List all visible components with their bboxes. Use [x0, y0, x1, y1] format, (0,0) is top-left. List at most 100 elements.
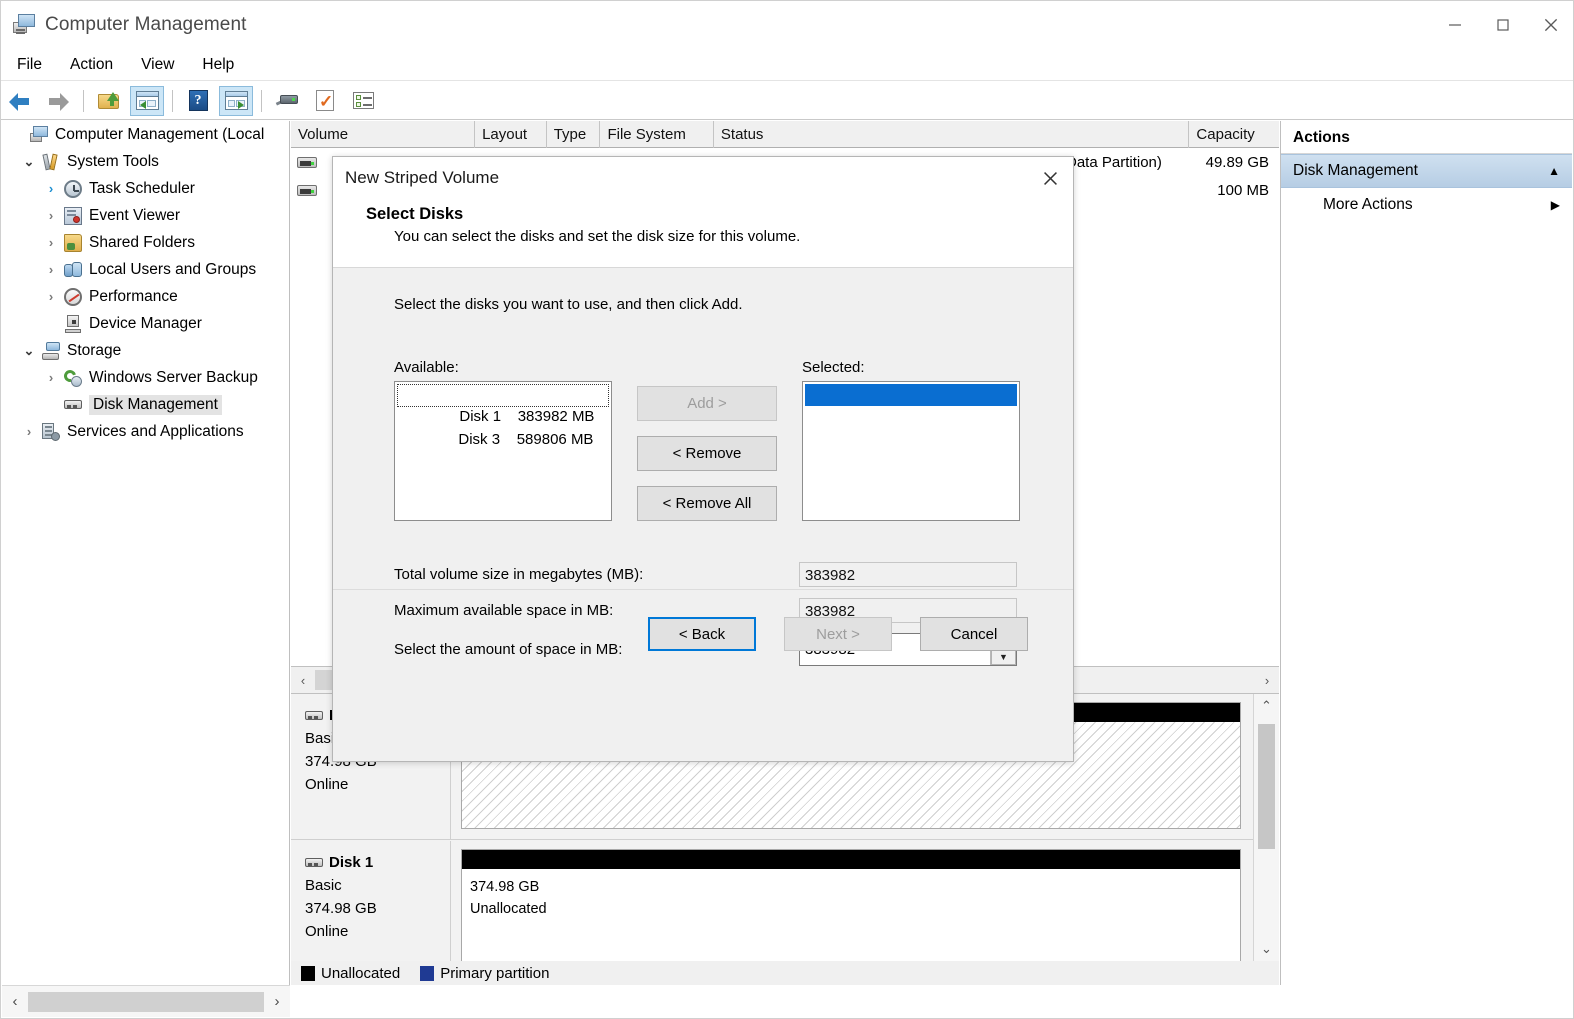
storage-icon: [40, 342, 62, 360]
graphical-view-vertical-scrollbar[interactable]: ⌃ ⌄: [1253, 694, 1279, 961]
chevron-right-icon[interactable]: ▶: [1551, 198, 1560, 212]
selected-column: Selected: Disk 0 383982 MB: [802, 359, 1020, 521]
cancel-button[interactable]: Cancel: [920, 617, 1028, 651]
partition-unallocated[interactable]: 374.98 GB Unallocated: [461, 849, 1241, 961]
available-disks-listbox[interactable]: Disk 1 383982 MB Disk 3 589806 MB: [394, 381, 612, 521]
next-button[interactable]: Next >: [784, 617, 892, 651]
menu-bar: File Action View Help: [1, 49, 1574, 81]
sidebar-item-local-users-and-groups[interactable]: › Local Users and Groups: [2, 256, 289, 283]
disk-1-title: Disk 1: [305, 851, 450, 874]
selected-disk-size: 383982 MB: [921, 408, 998, 425]
show-hide-action-pane-icon[interactable]: [219, 86, 253, 116]
gv-scroll-down-arrow[interactable]: ⌄: [1254, 937, 1279, 961]
menu-view[interactable]: View: [129, 53, 186, 77]
tree-expander-performance[interactable]: ›: [40, 289, 62, 304]
column-header-capacity[interactable]: Capacity: [1189, 121, 1279, 148]
disk-1-label: Disk 1 Basic 374.98 GB Online: [291, 841, 451, 961]
new-striped-volume-dialog: New Striped Volume Select Disks You can …: [332, 156, 1074, 762]
column-header-status[interactable]: Status: [714, 121, 1190, 148]
gv-scroll-thumb[interactable]: [1258, 724, 1275, 849]
list-view-icon[interactable]: [346, 86, 380, 116]
disk-1-type: Basic: [305, 874, 450, 897]
up-folder-icon[interactable]: [92, 86, 126, 116]
console-tree[interactable]: Computer Management (Local ⌄ System Tool…: [2, 121, 290, 985]
sidebar-item-device-manager[interactable]: Device Manager: [2, 310, 289, 337]
dialog-footer: < Back Next > Cancel: [333, 590, 1073, 678]
gv-scroll-up-arrow[interactable]: ⌃: [1254, 694, 1279, 718]
rescan-disks-icon[interactable]: [270, 86, 304, 116]
actions-group-label: Disk Management: [1293, 162, 1418, 180]
toolbar-separator: [83, 90, 84, 112]
properties-icon[interactable]: ✓: [308, 86, 342, 116]
back-arrow-icon[interactable]: [3, 86, 37, 116]
disk-1-name: Disk 1: [329, 851, 373, 874]
tree-expander-backup[interactable]: ›: [40, 370, 62, 385]
window-title: Computer Management: [45, 14, 247, 36]
available-disk-name: Disk 3: [458, 431, 500, 448]
selected-disk-name: Disk 0: [866, 408, 908, 425]
actions-item-more-actions[interactable]: More Actions ▶: [1281, 188, 1572, 222]
dialog-heading: Select Disks: [366, 205, 1073, 224]
tree-expander-event-viewer[interactable]: ›: [40, 208, 62, 223]
tree-root[interactable]: Computer Management (Local: [2, 121, 289, 148]
scroll-left-arrow[interactable]: ‹: [2, 993, 28, 1010]
tree-expander-services[interactable]: ›: [18, 424, 40, 439]
tree-expander-local-users[interactable]: ›: [40, 262, 62, 277]
partition-status-text: Unallocated: [470, 898, 1232, 920]
tree-expander-task-scheduler[interactable]: ›: [40, 181, 62, 196]
volume-drive-icon: [297, 185, 319, 196]
actions-group-disk-management[interactable]: Disk Management ▲: [1281, 154, 1572, 188]
show-hide-console-tree-icon[interactable]: [130, 86, 164, 116]
close-button[interactable]: [1527, 1, 1574, 49]
hscroll-left-arrow[interactable]: ‹: [291, 667, 315, 693]
maximize-button[interactable]: [1479, 1, 1527, 49]
actions-title: Actions: [1281, 121, 1572, 154]
remove-button[interactable]: < Remove: [637, 436, 777, 471]
sidebar-item-performance[interactable]: › Performance: [2, 283, 289, 310]
list-item[interactable]: Disk 1 383982 MB: [397, 384, 609, 407]
tree-expander-shared-folders[interactable]: ›: [40, 235, 62, 250]
sidebar-item-event-viewer[interactable]: › Event Viewer: [2, 202, 289, 229]
sidebar-item-disk-management[interactable]: Disk Management: [2, 391, 289, 418]
menu-action[interactable]: Action: [58, 53, 125, 77]
list-item[interactable]: Disk 0 383982 MB: [805, 384, 1017, 406]
column-header-volume[interactable]: Volume: [291, 121, 475, 148]
legend-swatch-unallocated: [301, 966, 315, 981]
hscroll-right-arrow[interactable]: ›: [1255, 667, 1279, 693]
sidebar-label-task-scheduler: Task Scheduler: [89, 180, 195, 198]
partition-capacity-bar: [461, 849, 1241, 869]
scroll-track[interactable]: [28, 992, 264, 1012]
sidebar-item-storage[interactable]: ⌄ Storage: [2, 337, 289, 364]
menu-file[interactable]: File: [5, 53, 54, 77]
sidebar-item-windows-server-backup[interactable]: › Windows Server Backup: [2, 364, 289, 391]
scroll-right-arrow[interactable]: ›: [264, 993, 290, 1010]
sidebar-item-shared-folders[interactable]: › Shared Folders: [2, 229, 289, 256]
tree-expander-storage[interactable]: ⌄: [18, 343, 40, 359]
column-header-type[interactable]: Type: [547, 121, 601, 148]
help-icon[interactable]: ?: [181, 86, 215, 116]
close-icon[interactable]: [1027, 157, 1073, 199]
sidebar-item-system-tools[interactable]: ⌄ System Tools: [2, 148, 289, 175]
chevron-up-icon[interactable]: ▲: [1548, 164, 1560, 178]
selected-disks-listbox[interactable]: Disk 0 383982 MB: [802, 381, 1020, 521]
forward-arrow-icon[interactable]: [41, 86, 75, 116]
column-header-layout[interactable]: Layout: [475, 121, 547, 148]
available-disk-size: 589806 MB: [517, 431, 594, 448]
back-button[interactable]: < Back: [648, 617, 756, 651]
menu-help[interactable]: Help: [190, 53, 246, 77]
scroll-thumb[interactable]: [28, 992, 264, 1012]
minimize-button[interactable]: [1431, 1, 1479, 49]
add-button[interactable]: Add >: [637, 386, 777, 421]
sidebar-item-task-scheduler[interactable]: › Task Scheduler: [2, 175, 289, 202]
tree-horizontal-scrollbar[interactable]: ‹ ›: [2, 985, 290, 1017]
tree-root-label: Computer Management (Local: [55, 126, 264, 144]
dialog-title-bar: New Striped Volume: [333, 157, 1073, 199]
remove-all-button[interactable]: < Remove All: [637, 486, 777, 521]
volume-status-text: Data Partition): [1066, 154, 1162, 171]
computer-management-window: Computer Management File Action View Hel…: [0, 0, 1574, 1019]
column-header-file-system[interactable]: File System: [600, 121, 713, 148]
disk-1-partitions: 374.98 GB Unallocated: [451, 841, 1253, 961]
tree-expander-system-tools[interactable]: ⌄: [18, 154, 40, 170]
sidebar-item-services-and-applications[interactable]: › Services and Applications: [2, 418, 289, 445]
disk-row-disk-1[interactable]: Disk 1 Basic 374.98 GB Online 374.98 GB …: [291, 841, 1253, 961]
